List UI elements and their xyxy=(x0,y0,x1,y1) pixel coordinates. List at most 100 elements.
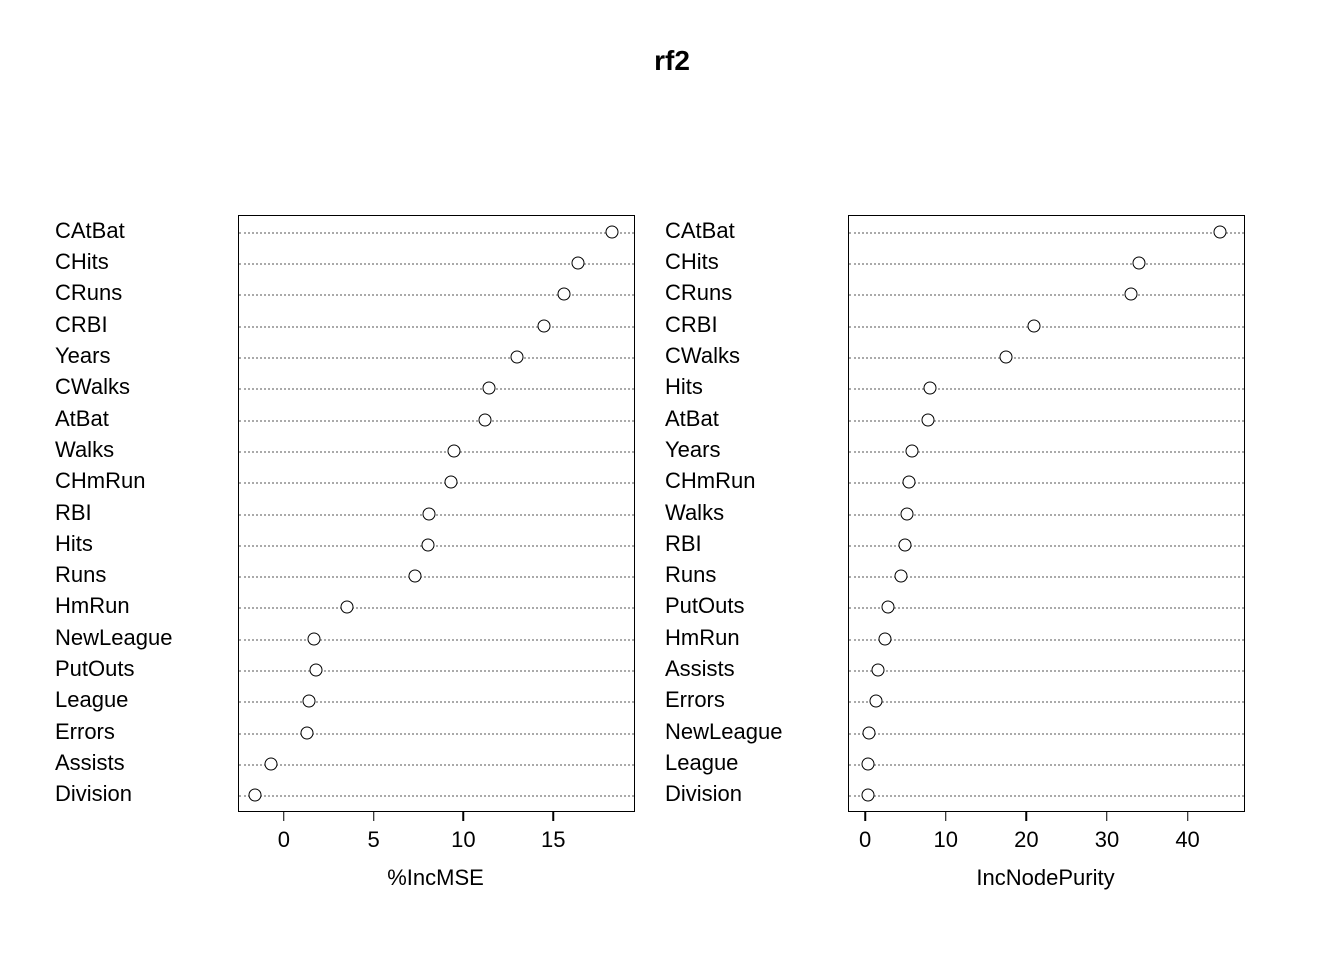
data-point xyxy=(872,664,885,677)
x-tick-label: 40 xyxy=(1175,827,1199,853)
data-point xyxy=(421,538,434,551)
grid-line xyxy=(239,357,634,359)
data-point xyxy=(408,570,421,583)
grid-line xyxy=(239,232,634,234)
data-point xyxy=(301,726,314,739)
variable-label: Hits xyxy=(55,531,230,557)
grid-line xyxy=(849,701,1244,703)
x-tick-label: 10 xyxy=(451,827,475,853)
x-tick xyxy=(463,812,465,821)
variable-label: Walks xyxy=(665,500,840,526)
data-point xyxy=(572,256,585,269)
grid-line xyxy=(849,639,1244,641)
x-tick-label: 20 xyxy=(1014,827,1038,853)
variable-label: CWalks xyxy=(665,343,840,369)
grid-line xyxy=(849,326,1244,328)
data-point xyxy=(861,789,874,802)
grid-line xyxy=(239,451,634,453)
left-labels: CAtBatCHitsCRunsCRBIYearsCWalksAtBatWalk… xyxy=(55,215,230,810)
grid-line xyxy=(849,764,1244,766)
variable-label: HmRun xyxy=(55,593,230,619)
variable-label: Division xyxy=(55,781,230,807)
data-point xyxy=(922,413,935,426)
x-tick xyxy=(1187,812,1189,821)
variable-label: CHmRun xyxy=(665,468,840,494)
variable-label: Hits xyxy=(665,374,840,400)
x-tick-label: 30 xyxy=(1095,827,1119,853)
left-panel: CAtBatCHitsCRunsCRBIYearsCWalksAtBatWalk… xyxy=(55,0,635,960)
data-point xyxy=(310,664,323,677)
x-tick-label: 5 xyxy=(368,827,380,853)
data-point xyxy=(1213,225,1226,238)
data-point xyxy=(340,601,353,614)
variable-label: League xyxy=(55,687,230,713)
grid-line xyxy=(239,294,634,296)
data-point xyxy=(303,695,316,708)
data-point xyxy=(249,789,262,802)
data-point xyxy=(901,507,914,520)
data-point xyxy=(1133,256,1146,269)
grid-line xyxy=(849,607,1244,609)
grid-line xyxy=(239,420,634,422)
variable-label: RBI xyxy=(665,531,840,557)
grid-line xyxy=(849,388,1244,390)
data-point xyxy=(482,382,495,395)
grid-line xyxy=(849,294,1244,296)
x-tick xyxy=(1106,812,1108,821)
variable-label: NewLeague xyxy=(665,719,840,745)
variable-label: PutOuts xyxy=(55,656,230,682)
data-point xyxy=(444,476,457,489)
grid-line xyxy=(239,545,634,547)
left-xlabel: %IncMSE xyxy=(238,865,633,891)
variable-label: AtBat xyxy=(55,406,230,432)
x-tick-label: 15 xyxy=(541,827,565,853)
x-tick xyxy=(283,812,285,821)
grid-line xyxy=(849,357,1244,359)
data-point xyxy=(478,413,491,426)
variable-label: Errors xyxy=(665,687,840,713)
left-plotbox: 051015 xyxy=(238,215,635,812)
x-tick xyxy=(1026,812,1028,821)
data-point xyxy=(870,695,883,708)
variable-label: Years xyxy=(55,343,230,369)
x-tick xyxy=(864,812,866,821)
data-point xyxy=(448,444,461,457)
data-point xyxy=(863,726,876,739)
variable-label: Runs xyxy=(55,562,230,588)
right-xlabel: IncNodePurity xyxy=(848,865,1243,891)
variable-label: Runs xyxy=(665,562,840,588)
variable-label: CHits xyxy=(665,249,840,275)
x-tick-label: 10 xyxy=(933,827,957,853)
grid-line xyxy=(239,482,634,484)
grid-line xyxy=(239,701,634,703)
variable-label: Assists xyxy=(665,656,840,682)
grid-line xyxy=(239,607,634,609)
grid-line xyxy=(239,733,634,735)
right-labels: CAtBat CHits CRuns CRBI CWalks Hits AtBat Years… xyxy=(665,215,840,810)
data-point xyxy=(1028,319,1041,332)
grid-line xyxy=(239,576,634,578)
variable-label: CHmRun xyxy=(55,468,230,494)
grid-line xyxy=(849,232,1244,234)
data-point xyxy=(606,225,619,238)
variable-label: CHits xyxy=(55,249,230,275)
data-point xyxy=(881,601,894,614)
variable-label: CRuns xyxy=(665,280,840,306)
grid-line xyxy=(849,733,1244,735)
grid-line xyxy=(239,670,634,672)
variable-label: Years xyxy=(665,437,840,463)
right-plotbox: 010203040 xyxy=(848,215,1245,812)
grid-line xyxy=(849,420,1244,422)
x-tick xyxy=(373,812,375,821)
data-point xyxy=(1000,350,1013,363)
data-point xyxy=(894,570,907,583)
variable-label: NewLeague xyxy=(55,625,230,651)
variable-label: CAtBat xyxy=(665,218,840,244)
grid-line xyxy=(849,795,1244,797)
variable-label: AtBat xyxy=(665,406,840,432)
variable-label: PutOuts xyxy=(665,593,840,619)
x-tick xyxy=(945,812,947,821)
x-tick-label: 0 xyxy=(859,827,871,853)
variable-label: CRBI xyxy=(665,312,840,338)
grid-line xyxy=(849,670,1244,672)
